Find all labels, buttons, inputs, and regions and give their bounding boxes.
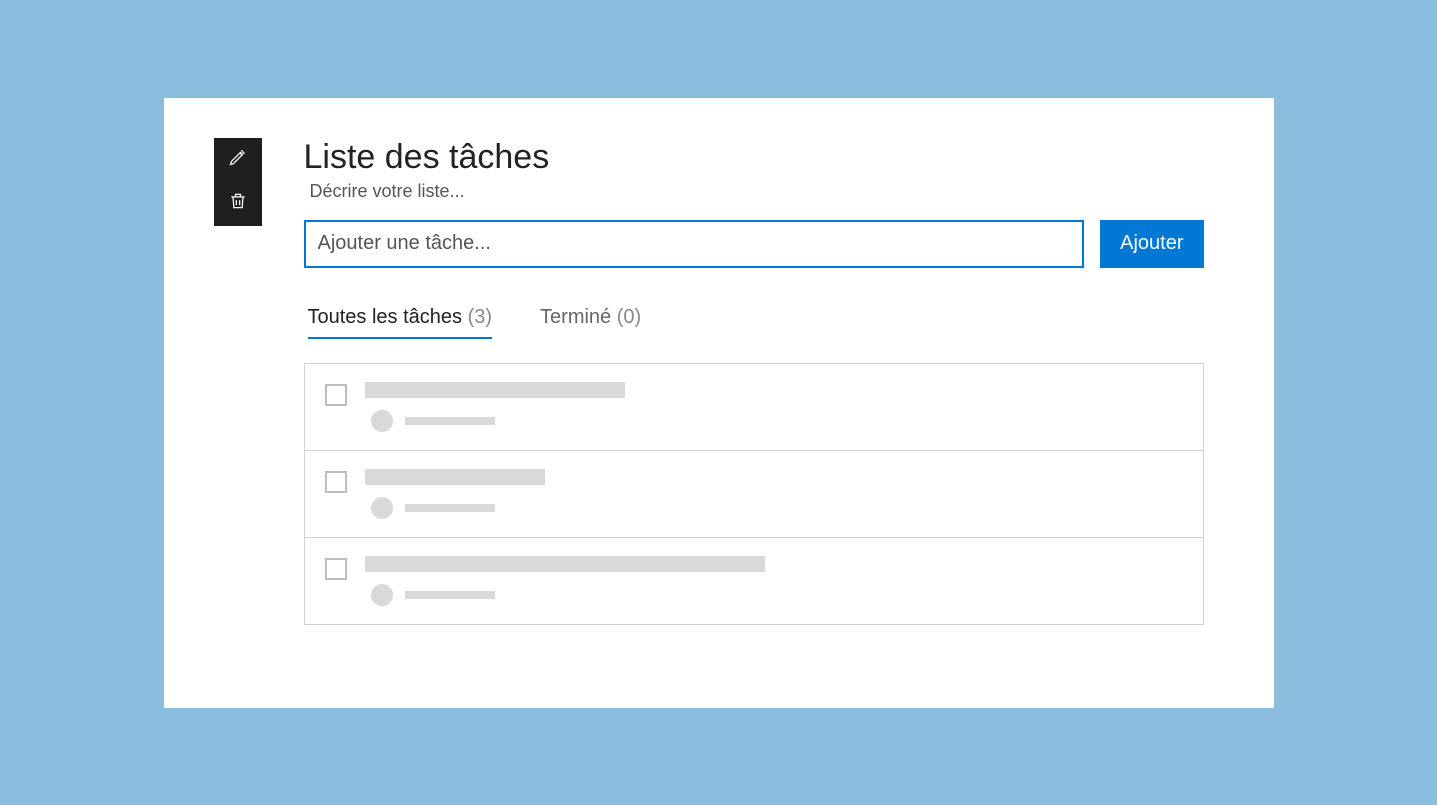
add-task-row: Ajouter	[304, 220, 1204, 268]
task-body	[365, 469, 1183, 519]
meta-placeholder	[405, 417, 495, 425]
task-body	[365, 556, 1183, 606]
avatar-placeholder	[371, 497, 393, 519]
page-title: Liste des tâches	[304, 138, 1204, 177]
task-checkbox[interactable]	[325, 471, 347, 493]
tabs: Toutes les tâches (3) Terminé (0)	[304, 306, 1204, 339]
add-task-button[interactable]: Ajouter	[1100, 220, 1203, 268]
tab-done[interactable]: Terminé (0)	[540, 306, 641, 339]
pencil-icon	[228, 147, 248, 172]
meta-placeholder	[405, 591, 495, 599]
task-checkbox[interactable]	[325, 558, 347, 580]
task-card: Liste des tâches Décrire votre liste... …	[164, 98, 1274, 708]
tab-done-count: (0)	[617, 306, 641, 328]
task-checkbox[interactable]	[325, 384, 347, 406]
task-title-placeholder	[365, 382, 625, 398]
task-row	[305, 451, 1203, 538]
page-subtitle: Décrire votre liste...	[310, 181, 1204, 202]
avatar-placeholder	[371, 584, 393, 606]
tab-all-tasks[interactable]: Toutes les tâches (3)	[308, 306, 493, 339]
task-row	[305, 364, 1203, 451]
edit-button[interactable]	[214, 138, 262, 182]
task-row	[305, 538, 1203, 624]
task-title-placeholder	[365, 469, 545, 485]
avatar-placeholder	[371, 410, 393, 432]
add-task-input[interactable]	[304, 220, 1085, 268]
task-list	[304, 363, 1204, 625]
tab-done-label: Terminé	[540, 306, 611, 328]
task-meta	[365, 584, 1183, 606]
task-meta	[365, 497, 1183, 519]
task-body	[365, 382, 1183, 432]
tab-all-count: (3)	[468, 306, 492, 328]
tab-all-label: Toutes les tâches	[308, 306, 463, 328]
meta-placeholder	[405, 504, 495, 512]
task-title-placeholder	[365, 556, 765, 572]
task-meta	[365, 410, 1183, 432]
content-area: Liste des tâches Décrire votre liste... …	[304, 138, 1204, 625]
trash-icon	[228, 191, 248, 216]
delete-button[interactable]	[214, 182, 262, 226]
action-toolbar	[214, 138, 262, 226]
